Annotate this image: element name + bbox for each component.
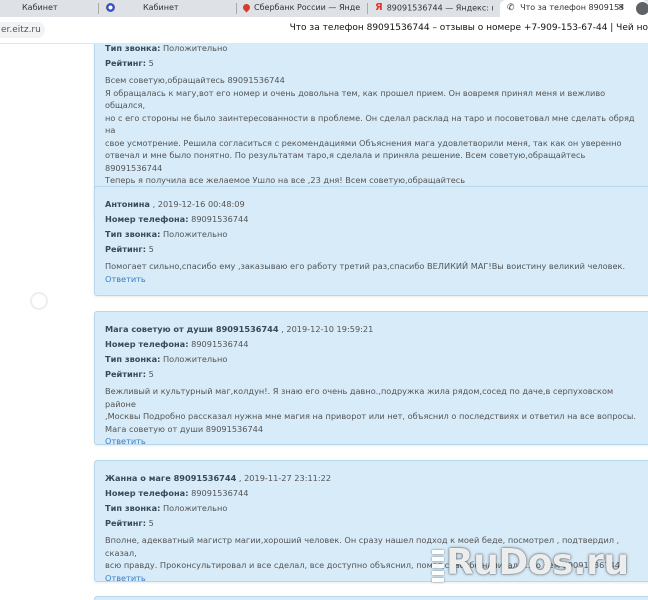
browser-tab-1[interactable]: Кабинет <box>0 0 95 17</box>
rating-row: Рейтинг: 5 <box>105 369 154 379</box>
close-icon[interactable]: ✕ <box>617 0 625 16</box>
author-name: Мага советую от души 89091536744 <box>105 324 279 334</box>
author-name: Антонина <box>105 199 150 209</box>
review-date: , 2019-12-10 19:59:21 <box>281 324 374 334</box>
review-text: Всем советую,обращайтесь 89091536744 Я о… <box>105 75 635 185</box>
address-bar: er.eitz.ru Что за телефон 89091536744 – … <box>0 17 648 44</box>
review-header: Антонина , 2019-12-16 00:48:09 <box>105 197 648 212</box>
reviews-area: Тип звонка: Положительно Рейтинг: 5 Всем… <box>0 44 648 600</box>
review-text: Помогает сильно,спасибо ему ,заказываю е… <box>105 261 626 271</box>
tab-separator <box>236 3 237 14</box>
tab-title: Кабинет <box>22 3 58 12</box>
watermark: RuDos.ru <box>432 538 642 594</box>
browser-tab-2[interactable]: Кабинет <box>106 0 231 17</box>
browser-tab-bar: Кабинет Кабинет Сбербанк России — Янде Я… <box>0 0 648 17</box>
review-header: Жанна о маге 89091536744 , 2019-11-27 23… <box>105 471 648 486</box>
review-card: Мага советую от души 89091536744 , 2019-… <box>94 311 648 448</box>
tab-title: Что за телефон 8909153 <box>520 3 625 12</box>
review-date: , 2019-12-16 00:48:09 <box>152 199 245 209</box>
phone-icon: ✆ <box>507 3 515 13</box>
reply-link[interactable]: Ответить <box>105 435 648 448</box>
tab-separator <box>98 3 99 14</box>
url-field[interactable]: er.eitz.ru <box>0 22 45 38</box>
tab-title: 89091536744 — Яндекс: н <box>386 3 493 13</box>
phone-row: Номер телефона: 89091536744 <box>105 214 249 224</box>
reply-link[interactable]: Ответить <box>105 273 648 286</box>
browser-tab-4[interactable]: Я 89091536744 — Яндекс: н <box>375 0 493 17</box>
review-card <box>94 596 648 600</box>
tab-title: Сбербанк России — Янде <box>254 3 361 12</box>
rating-row: Рейтинг: 5 <box>105 58 154 68</box>
tab-separator <box>367 3 368 14</box>
flag-icon <box>106 3 115 12</box>
faint-circle-icon <box>30 292 48 310</box>
call-type-row: Тип звонка: Положительно <box>105 354 228 364</box>
yandex-icon: Я <box>375 2 383 13</box>
call-type-row: Тип звонка: Положительно <box>105 44 228 53</box>
author-name: Жанна о маге 89091536744 <box>105 473 237 483</box>
page-title: Что за телефон 89091536744 – отзывы о но… <box>289 23 648 33</box>
review-header: Мага советую от души 89091536744 , 2019-… <box>105 322 648 337</box>
phone-row: Номер телефона: 89091536744 <box>105 339 249 349</box>
watermark-bars-icon <box>432 550 444 584</box>
phone-row: Номер телефона: 89091536744 <box>105 488 249 498</box>
new-tab-icon[interactable] <box>636 2 648 15</box>
call-type-row: Тип звонка: Положительно <box>105 503 228 513</box>
review-card: Антонина , 2019-12-16 00:48:09 Номер тел… <box>94 186 648 296</box>
review-text: Вежливый и культурный маг,колдун!. Я зна… <box>105 386 636 434</box>
rating-row: Рейтинг: 5 <box>105 244 154 254</box>
browser-tab-3[interactable]: Сбербанк России — Янде <box>243 0 363 17</box>
review-date: , 2019-11-27 23:11:22 <box>238 473 332 483</box>
browser-tab-5-active[interactable]: ✆ Что за телефон 8909153 ✕ <box>500 0 648 17</box>
watermark-text: RuDos.ru <box>446 542 629 583</box>
tab-title: Кабинет <box>143 3 179 12</box>
call-type-row: Тип звонка: Положительно <box>105 229 228 239</box>
map-pin-icon <box>243 2 252 13</box>
rating-row: Рейтинг: 5 <box>105 518 154 528</box>
